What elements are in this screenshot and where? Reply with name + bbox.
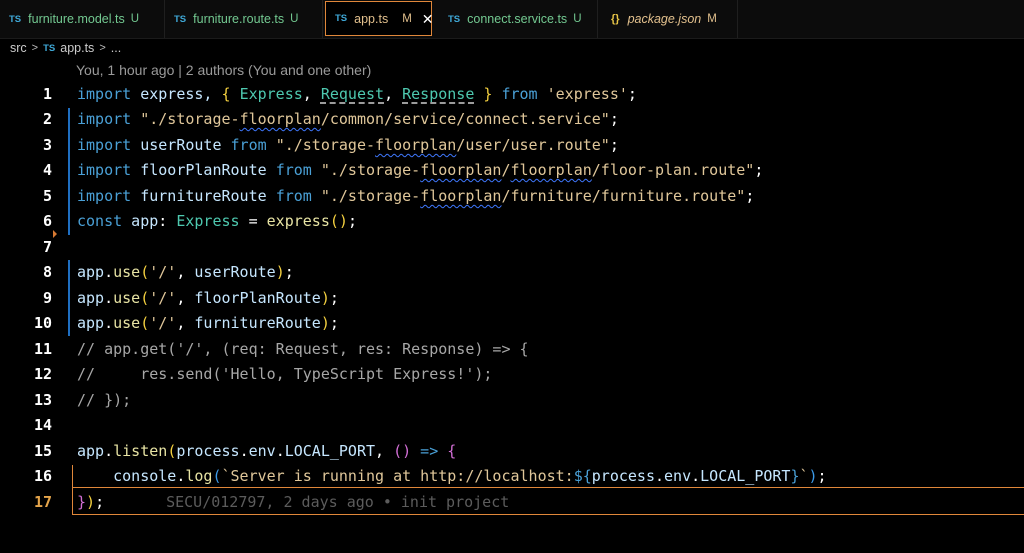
line-number: 15 — [33, 442, 52, 460]
tab-furniture-model[interactable]: TS furniture.model.ts U — [0, 0, 165, 38]
line-number: 9 — [42, 289, 52, 307]
line-number: 2 — [42, 110, 52, 128]
tab-label: app.ts — [354, 11, 389, 26]
git-status-badge: M — [402, 12, 412, 25]
line-number: 5 — [42, 187, 52, 205]
deleted-lines-indicator — [53, 230, 57, 238]
code-line-4[interactable]: import floorPlanRoute from "./storage-fl… — [77, 158, 763, 183]
tab-package-json[interactable]: {} package.json M — [598, 0, 738, 38]
git-status-badge: U — [573, 13, 582, 25]
typescript-icon: TS — [43, 42, 56, 54]
tab-connect-service[interactable]: TS connect.service.ts U — [433, 0, 598, 38]
typescript-icon: TS — [174, 13, 187, 25]
code-line-15[interactable]: app.listen(process.env.LOCAL_PORT, () =>… — [77, 439, 456, 464]
line-number: 8 — [42, 263, 52, 281]
code-editor[interactable]: You, 1 hour ago | 2 authors (You and one… — [0, 58, 1024, 553]
code-line-17[interactable]: }); SECU/012797, 2 days ago • init projec… — [77, 490, 509, 515]
tab-label: furniture.route.ts — [193, 12, 285, 26]
breadcrumb-folder[interactable]: src — [10, 41, 27, 55]
code-line-6[interactable]: const app: Express = express(); — [77, 209, 357, 234]
git-blame-inline: SECU/012797, 2 days ago • init project — [166, 493, 510, 511]
code-line-5[interactable]: import furnitureRoute from "./storage-fl… — [77, 184, 754, 209]
line-number: 13 — [33, 391, 52, 409]
line-number: 11 — [33, 340, 52, 358]
code-line-12[interactable]: // res.send('Hello, TypeScript Express!'… — [77, 362, 492, 387]
breadcrumb-symbols[interactable]: ... — [111, 41, 121, 55]
line-number: 7 — [42, 238, 52, 256]
tab-label: furniture.model.ts — [28, 12, 125, 26]
typescript-icon: TS — [9, 13, 22, 25]
code-line-8[interactable]: app.use('/', userRoute); — [77, 260, 294, 285]
chevron-right-icon: > — [31, 42, 39, 54]
code-line-11[interactable]: // app.get('/', (req: Request, res: Resp… — [77, 337, 529, 362]
code-line-10[interactable]: app.use('/', furnitureRoute); — [77, 311, 339, 336]
git-status-badge: U — [290, 13, 299, 25]
line-number: 1 — [42, 85, 52, 103]
git-modified-indicator — [68, 260, 70, 336]
code-line-2[interactable]: import "./storage-floorplan/common/servi… — [77, 107, 619, 132]
git-status-badge: U — [130, 13, 140, 25]
code-line-3[interactable]: import userRoute from "./storage-floorpl… — [77, 133, 619, 158]
git-modified-indicator — [68, 108, 70, 235]
json-icon: {} — [611, 13, 620, 25]
tab-label: connect.service.ts — [467, 12, 568, 26]
code-line-9[interactable]: app.use('/', floorPlanRoute); — [77, 286, 339, 311]
tab-label: package.json — [627, 12, 702, 26]
line-number: 4 — [42, 161, 52, 179]
chevron-right-icon: > — [99, 42, 106, 54]
line-number: 6 — [42, 212, 52, 230]
bracket-guide — [72, 465, 73, 515]
tab-furniture-route[interactable]: TS furniture.route.ts U — [165, 0, 323, 38]
line-number: 10 — [33, 314, 52, 332]
typescript-icon: TS — [448, 13, 461, 25]
editor-tab-bar: TS furniture.model.ts U TS furniture.rou… — [0, 0, 1024, 39]
breadcrumb-file[interactable]: app.ts — [60, 41, 94, 55]
line-number: 14 — [33, 416, 52, 434]
code-line-13[interactable]: // }); — [77, 388, 131, 413]
line-number: 12 — [33, 365, 52, 383]
tab-app-ts[interactable]: TS app.ts M ✕ — [325, 1, 434, 36]
line-number-current: 17 — [33, 493, 52, 511]
line-number: 3 — [42, 136, 52, 154]
breadcrumb: src > TS app.ts > ... — [0, 38, 1024, 58]
close-icon[interactable]: ✕ — [422, 12, 434, 26]
line-number: 16 — [33, 467, 52, 485]
code-line-16[interactable]: console.log(`Server is running at http:/… — [77, 464, 826, 489]
git-status-badge: M — [707, 13, 717, 25]
typescript-icon: TS — [335, 13, 348, 24]
code-line-1[interactable]: import express, { Express, Request, Resp… — [77, 82, 637, 107]
git-blame-codelens[interactable]: You, 1 hour ago | 2 authors (You and one… — [76, 62, 371, 78]
